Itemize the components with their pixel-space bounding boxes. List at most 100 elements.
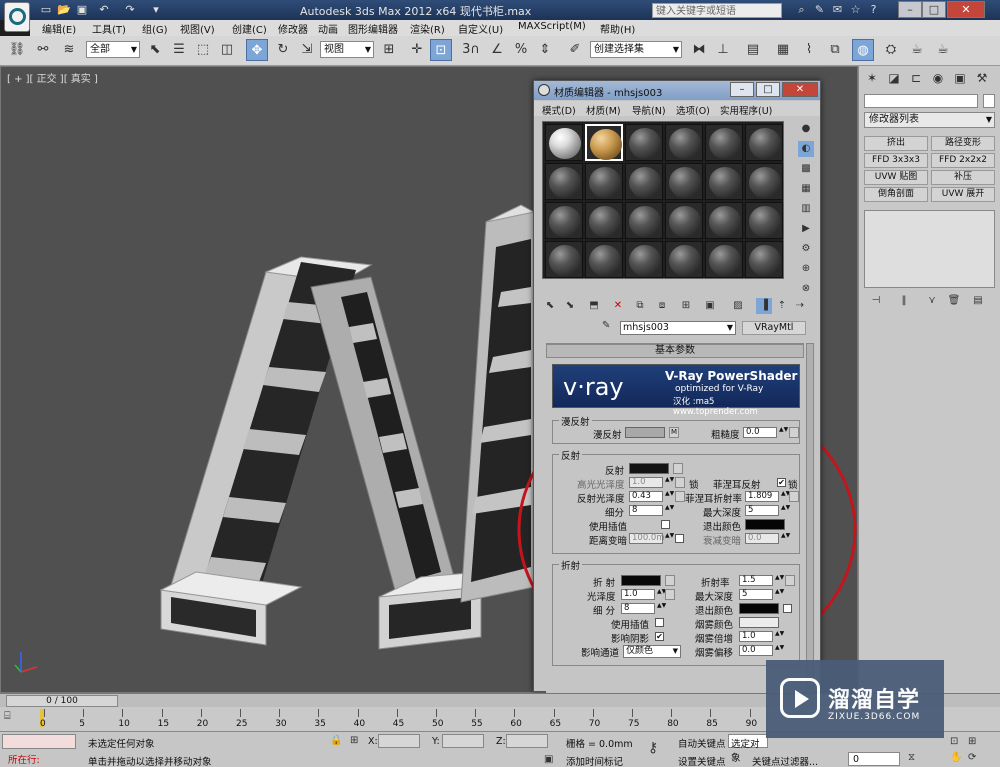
bind-space-warp-icon[interactable]: ≋ bbox=[58, 39, 80, 61]
menu-edit[interactable]: 编辑(E) bbox=[42, 21, 76, 36]
me-menu-utilities[interactable]: 实用程序(U) bbox=[720, 103, 772, 117]
refl-gloss-spinner[interactable]: 0.43 bbox=[629, 491, 663, 502]
material-slot[interactable] bbox=[625, 124, 663, 161]
show-end-result-icon[interactable]: ▐ bbox=[756, 298, 772, 314]
minimize-button[interactable]: – bbox=[898, 1, 922, 18]
link-icon[interactable]: ⛓ bbox=[6, 39, 28, 61]
assign-material-icon[interactable]: ⬒ bbox=[586, 298, 602, 314]
refl-subdivs-spinner[interactable]: 8 bbox=[629, 505, 663, 516]
mod-button-extrude2[interactable]: 补压 bbox=[931, 170, 995, 185]
new-file-icon[interactable]: ▭ bbox=[38, 3, 54, 17]
fresnel-checkbox[interactable]: ✔ bbox=[777, 478, 786, 487]
refract-map-button[interactable] bbox=[665, 575, 675, 586]
show-end-result-icon[interactable]: ‖ bbox=[895, 294, 913, 308]
material-slot[interactable] bbox=[745, 241, 783, 278]
orbit-icon[interactable]: ⟳ bbox=[968, 752, 976, 763]
material-slot[interactable] bbox=[745, 202, 783, 239]
y-coord-field[interactable] bbox=[442, 734, 484, 748]
pivot-center-icon[interactable]: ⊞ bbox=[378, 39, 400, 61]
time-config-icon[interactable]: ⧖ bbox=[908, 752, 915, 763]
material-slot[interactable] bbox=[585, 202, 623, 239]
menu-graph-editors[interactable]: 图形编辑器 bbox=[348, 21, 398, 36]
hilight-gloss-spinner-arrows[interactable]: ▲▼ bbox=[665, 477, 674, 488]
dim-distance-spinner-arrows[interactable]: ▲▼ bbox=[665, 533, 674, 544]
material-slot[interactable] bbox=[705, 163, 743, 200]
refr-subdivs-spinner[interactable]: 8 bbox=[621, 603, 655, 614]
configure-modifier-sets-icon[interactable]: ▤ bbox=[969, 294, 987, 308]
time-tag-icon[interactable]: ▣ bbox=[544, 754, 553, 765]
make-material-copy-icon[interactable]: ⧉ bbox=[632, 298, 648, 314]
refl-max-depth-spinner[interactable]: 5 bbox=[745, 505, 779, 516]
undo-icon[interactable]: ↶ bbox=[96, 3, 112, 17]
lock-selection-icon[interactable]: 🔒 bbox=[330, 735, 342, 746]
pin-stack-icon[interactable]: ⊣ bbox=[867, 294, 885, 308]
refl-max-depth-spinner-arrows[interactable]: ▲▼ bbox=[781, 505, 790, 516]
material-slot[interactable] bbox=[545, 163, 583, 200]
put-to-library-icon[interactable]: ⊞ bbox=[678, 298, 694, 314]
x-coord-field[interactable] bbox=[378, 734, 420, 748]
me-menu-modes[interactable]: 模式(D) bbox=[542, 103, 576, 117]
render-setup-icon[interactable]: ⛭ bbox=[880, 39, 902, 61]
make-unique-icon[interactable]: ⧈ bbox=[654, 298, 670, 314]
ior-map-button[interactable] bbox=[785, 575, 795, 586]
pan-view-icon[interactable]: ✋ bbox=[950, 752, 962, 763]
app-logo-icon[interactable] bbox=[4, 2, 30, 32]
hierarchy-tab-icon[interactable]: ⊏ bbox=[907, 69, 925, 87]
field-of-view-icon[interactable]: ⊞ bbox=[968, 736, 976, 747]
mod-button-ffd222[interactable]: FFD 2x2x2 bbox=[931, 153, 995, 168]
me-minimize-button[interactable]: – bbox=[730, 82, 754, 97]
make-unique-icon[interactable]: ⋎ bbox=[923, 294, 941, 308]
window-crossing-icon[interactable]: ◫ bbox=[216, 39, 238, 61]
fog-bias-spinner[interactable]: 0.0 bbox=[739, 645, 773, 656]
material-slot[interactable] bbox=[585, 124, 623, 161]
mod-button-extrude[interactable]: 挤出 bbox=[864, 136, 928, 151]
material-slot[interactable] bbox=[545, 241, 583, 278]
refr-gloss-spinner-arrows[interactable]: ▲▼ bbox=[657, 589, 666, 600]
mod-button-unwrap-uvw[interactable]: UVW 展开 bbox=[931, 187, 995, 202]
material-slot[interactable] bbox=[625, 241, 663, 278]
menu-tools[interactable]: 工具(T) bbox=[92, 21, 126, 36]
fog-mult-spinner[interactable]: 1.0 bbox=[739, 631, 773, 642]
help-icon[interactable]: ? bbox=[866, 3, 881, 17]
fresnel-ior-spinner-arrows[interactable]: ▲▼ bbox=[781, 491, 790, 502]
material-slot[interactable] bbox=[625, 163, 663, 200]
edit-named-selection-icon[interactable]: ✐ bbox=[564, 39, 586, 61]
align-icon[interactable]: ⊥ bbox=[712, 39, 734, 61]
roughness-spinner-arrows[interactable]: ▲▼ bbox=[779, 427, 788, 438]
get-material-icon[interactable]: ⬉ bbox=[542, 298, 558, 314]
modify-tab-icon[interactable]: ◪ bbox=[885, 69, 903, 87]
go-forward-to-sibling-icon[interactable]: ⇢ bbox=[792, 298, 808, 314]
mod-button-bevel-profile[interactable]: 倒角剖面 bbox=[864, 187, 928, 202]
me-menu-navigation[interactable]: 导航(N) bbox=[632, 103, 666, 117]
search-icon[interactable]: ⌕ bbox=[794, 3, 809, 17]
menu-views[interactable]: 视图(V) bbox=[180, 21, 215, 36]
object-color-swatch[interactable] bbox=[983, 94, 995, 108]
ior-spinner-arrows[interactable]: ▲▼ bbox=[775, 575, 784, 586]
material-name-field[interactable]: mhsjs003 ▼ bbox=[620, 321, 736, 335]
material-slot[interactable] bbox=[665, 202, 703, 239]
go-to-parent-icon[interactable]: ⇡ bbox=[774, 298, 790, 314]
video-color-check-icon[interactable]: ▥ bbox=[798, 201, 814, 217]
diffuse-color-swatch[interactable] bbox=[625, 427, 665, 438]
eyedropper-icon[interactable]: ✎ bbox=[602, 320, 614, 334]
refl-gloss-map-button[interactable] bbox=[675, 491, 685, 502]
me-menu-options[interactable]: 选项(O) bbox=[676, 103, 710, 117]
menu-customize[interactable]: 自定义(U) bbox=[458, 21, 503, 36]
put-material-to-scene-icon[interactable]: ⬊ bbox=[562, 298, 578, 314]
roughness-spinner[interactable]: 0.0 bbox=[743, 427, 777, 438]
reflect-color-swatch[interactable] bbox=[629, 463, 669, 474]
refl-subdivs-spinner-arrows[interactable]: ▲▼ bbox=[665, 505, 674, 516]
absolute-mode-icon[interactable]: ⊞ bbox=[350, 735, 358, 746]
refr-subdivs-spinner-arrows[interactable]: ▲▼ bbox=[657, 603, 666, 614]
rendered-frame-window-icon[interactable]: ☕ bbox=[906, 39, 928, 61]
rollout-scrollbar[interactable] bbox=[806, 343, 814, 693]
fresnel-ior-map-button[interactable] bbox=[789, 491, 799, 502]
mod-button-ffd333[interactable]: FFD 3x3x3 bbox=[864, 153, 928, 168]
select-and-move-icon[interactable]: ✥ bbox=[246, 39, 268, 61]
me-maximize-button[interactable]: □ bbox=[756, 82, 780, 97]
refr-gloss-spinner[interactable]: 1.0 bbox=[621, 589, 655, 600]
subscription-icon[interactable]: ✎ bbox=[812, 3, 827, 17]
curve-editor-icon[interactable]: ⌇ bbox=[798, 39, 820, 61]
rollout-header[interactable]: 基本参数 bbox=[546, 344, 804, 358]
favorites-icon[interactable]: ☆ bbox=[848, 3, 863, 17]
